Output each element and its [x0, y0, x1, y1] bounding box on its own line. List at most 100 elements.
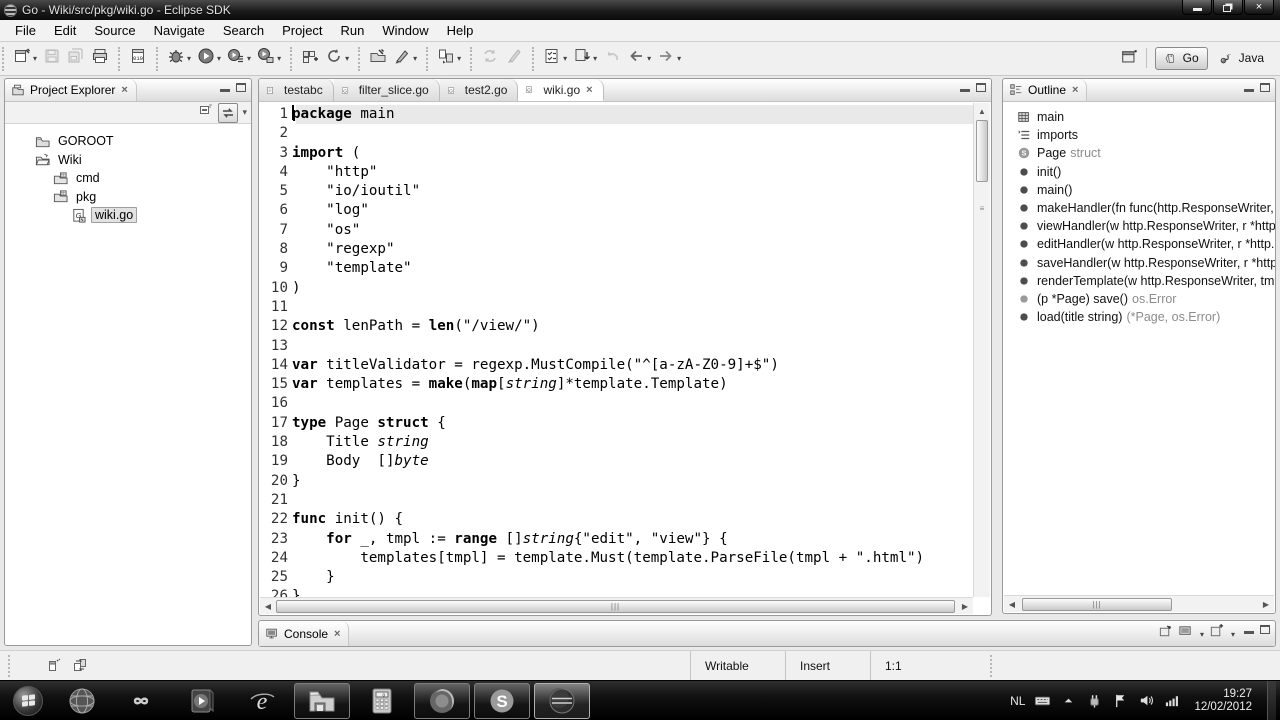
outline-item[interactable]: viewHandler(w http.ResponseWriter, r *ht…	[1003, 217, 1275, 235]
perspective-java-button[interactable]: J Java	[1212, 48, 1272, 69]
tree-item-pkg[interactable]: pkg	[5, 188, 251, 207]
checklist-button[interactable]: ▾	[541, 45, 569, 72]
restore-button[interactable]	[1213, 0, 1243, 15]
outline-item[interactable]: main	[1003, 108, 1275, 126]
pin-console-button[interactable]	[1158, 624, 1173, 644]
outline-item[interactable]: renderTemplate(w http.ResponseWriter, tm…	[1003, 272, 1275, 290]
outline-item[interactable]: editHandler(w http.ResponseWriter, r *ht…	[1003, 235, 1275, 253]
code-editor[interactable]: 1 package main 2 3 import (4 "http" 5 "io/iou…	[260, 103, 973, 597]
chevron-down-icon[interactable]: ▾	[677, 54, 681, 63]
menu-search[interactable]: Search	[214, 21, 273, 40]
toggle-pair-button[interactable]: ▾	[435, 45, 463, 72]
link-with-editor-button[interactable]	[218, 102, 239, 123]
outline-item[interactable]: S Page struct	[1003, 144, 1275, 162]
chevron-down-icon[interactable]: ▾	[647, 54, 651, 63]
open-console-button[interactable]	[1209, 624, 1224, 644]
run-external-button[interactable]: ▾	[255, 45, 283, 72]
editor-trim-icon[interactable]	[72, 657, 88, 676]
fast-view-icon[interactable]	[46, 657, 62, 676]
chevron-down-icon[interactable]: ▾	[247, 54, 251, 63]
chevron-down-icon[interactable]: ▾	[33, 54, 37, 63]
editor-vertical-scrollbar[interactable]: ▲ ≡	[973, 103, 990, 597]
menu-file[interactable]: File	[6, 21, 45, 40]
keyboard-icon[interactable]	[1034, 692, 1051, 709]
chevron-down-icon[interactable]: ▾	[345, 54, 349, 63]
menu-run[interactable]: Run	[332, 21, 374, 40]
outline-item[interactable]: (p *Page) save() os.Error	[1003, 290, 1275, 308]
app-skype[interactable]: S	[474, 682, 530, 719]
language-indicator[interactable]: NL	[1010, 694, 1025, 708]
run-button[interactable]: ▾	[195, 45, 223, 72]
outline-item[interactable]: load(title string) (*Page, os.Error)	[1003, 308, 1275, 326]
app-infinity[interactable]	[114, 683, 170, 719]
scrollbar-thumb[interactable]: |||	[1022, 597, 1172, 611]
debug-button[interactable]: ▾	[165, 45, 193, 72]
tree-item-wiki[interactable]: Wiki	[5, 151, 251, 170]
editor-tab-test2-go[interactable]: Gtest2.go	[439, 79, 519, 101]
menu-navigate[interactable]: Navigate	[145, 21, 214, 40]
power-icon[interactable]	[1086, 692, 1103, 709]
editor-tab-testabc[interactable]: testabc	[259, 79, 334, 101]
save-button[interactable]	[41, 45, 63, 72]
project-explorer-close-icon[interactable]: ×	[121, 84, 127, 96]
print-button[interactable]	[89, 45, 111, 72]
chevron-down-icon[interactable]: ▾	[413, 54, 417, 63]
menu-edit[interactable]: Edit	[45, 21, 85, 40]
open-perspective-button[interactable]	[1119, 47, 1141, 69]
outline-item[interactable]: makeHandler(fn func(http.ResponseWriter,	[1003, 199, 1275, 217]
scroll-left-icon[interactable]: ◀	[1004, 596, 1020, 612]
volume-icon[interactable]	[1138, 692, 1155, 709]
perspective-go-button[interactable]: Go	[1154, 46, 1208, 70]
collapse-all-button[interactable]	[198, 102, 214, 123]
outline-close-icon[interactable]: ×	[1072, 84, 1078, 96]
scroll-right-icon[interactable]: ▶	[957, 598, 973, 614]
outline-horizontal-scrollbar[interactable]: ◀ ||| ▶	[1004, 595, 1274, 612]
nav-back-button[interactable]: ▾	[625, 45, 653, 72]
outline-item[interactable]: main()	[1003, 181, 1275, 199]
network-icon[interactable]	[1164, 692, 1181, 709]
scroll-left-icon[interactable]: ◀	[260, 598, 276, 614]
chevron-down-icon[interactable]: ▾	[563, 54, 567, 63]
minimize-button[interactable]	[1182, 0, 1212, 15]
tab-close-icon[interactable]: ×	[586, 84, 592, 96]
project-explorer-tab[interactable]: Project Explorer ×	[5, 79, 137, 101]
console-close-icon[interactable]: ×	[334, 628, 340, 640]
chevron-down-icon[interactable]: ▾	[187, 54, 191, 63]
scroll-right-icon[interactable]: ▶	[1258, 596, 1274, 612]
annotation-next-button[interactable]: ▾	[571, 45, 599, 72]
scrollbar-thumb[interactable]	[976, 120, 988, 182]
menu-source[interactable]: Source	[85, 21, 144, 40]
maximize-view-icon[interactable]	[1260, 625, 1270, 634]
app-globe[interactable]	[54, 683, 110, 719]
maximize-view-icon[interactable]	[976, 83, 986, 92]
chevron-down-icon[interactable]: ▾	[277, 54, 281, 63]
show-desktop-button[interactable]	[1267, 680, 1276, 720]
close-button[interactable]: ×	[1244, 0, 1274, 15]
app-calculator[interactable]: 0	[354, 683, 410, 719]
nav-forward-button[interactable]: ▾	[655, 45, 683, 72]
display-console-button[interactable]	[1178, 624, 1193, 644]
app-media-player[interactable]	[174, 683, 230, 719]
menu-project[interactable]: Project	[273, 21, 331, 40]
binary-button[interactable]: 010	[127, 45, 149, 72]
editor-tab-wiki-go[interactable]: Gwiki.go ×	[518, 79, 604, 101]
maximize-view-icon[interactable]	[1260, 83, 1270, 92]
new-project-button[interactable]	[299, 45, 321, 72]
editor-horizontal-scrollbar[interactable]: ◀ ||| ▶	[260, 597, 973, 614]
chevron-down-icon[interactable]: ▾	[1231, 630, 1235, 639]
tree-item-wiki-go[interactable]: Gwiki.go	[5, 206, 251, 225]
sync-button[interactable]	[479, 45, 501, 72]
tree-item-cmd[interactable]: cmd	[5, 169, 251, 188]
view-menu-icon[interactable]: ▾	[242, 107, 247, 118]
menu-help[interactable]: Help	[438, 21, 483, 40]
new-wizard-button[interactable]: ▾	[11, 45, 39, 72]
taskbar-clock[interactable]: 19:27 12/02/2012	[1194, 688, 1252, 714]
maximize-view-icon[interactable]	[236, 83, 246, 92]
minimize-view-icon[interactable]	[960, 83, 970, 92]
refresh-button[interactable]: ▾	[323, 45, 351, 72]
start-button[interactable]	[6, 683, 50, 719]
outline-item[interactable]: saveHandler(w http.ResponseWriter, r *ht…	[1003, 254, 1275, 272]
outline-tab[interactable]: Outline ×	[1003, 79, 1088, 101]
highlighter-button[interactable]: ▾	[391, 45, 419, 72]
app-explorer[interactable]	[294, 682, 350, 719]
